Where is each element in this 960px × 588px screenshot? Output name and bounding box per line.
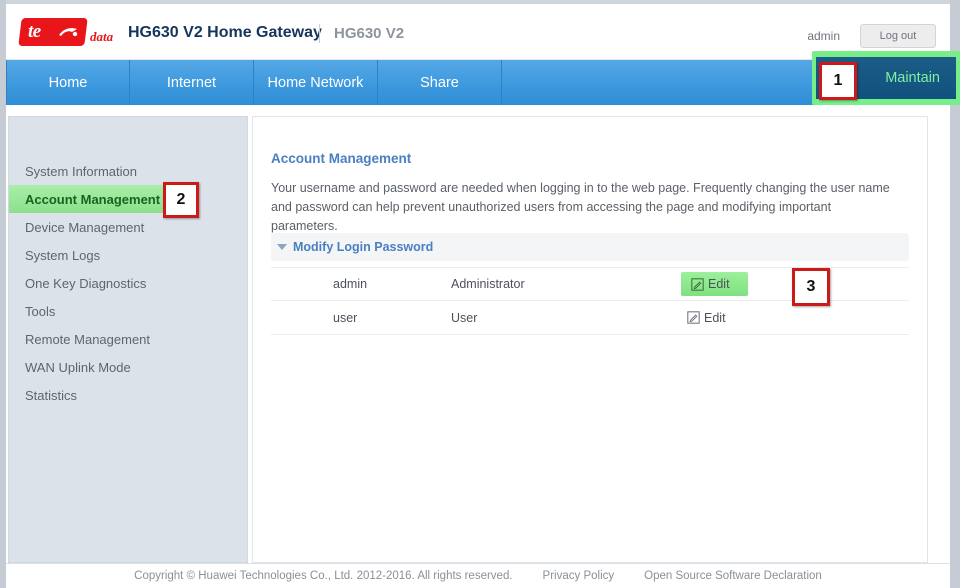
- sidebar-item-tools[interactable]: Tools: [9, 297, 247, 325]
- table-row: user User Edit: [271, 301, 909, 335]
- router-admin-page: te data HG630 V2 Home Gateway HG630 V2 a…: [0, 0, 960, 588]
- nav-item-share[interactable]: Share: [378, 60, 502, 105]
- page-header: te data HG630 V2 Home Gateway HG630 V2 a…: [6, 4, 950, 60]
- title-separator: [319, 24, 320, 43]
- callout-badge-1: 1: [819, 62, 857, 100]
- sidebar-item-device-management[interactable]: Device Management: [9, 213, 247, 241]
- nav-item-home-network[interactable]: Home Network: [254, 60, 378, 105]
- pencil-square-icon: [687, 311, 700, 324]
- callout-badge-2: 2: [163, 182, 199, 218]
- pencil-square-icon: [691, 277, 704, 291]
- logo-swoosh-icon: [59, 28, 78, 37]
- privacy-policy-link[interactable]: Privacy Policy: [543, 570, 615, 582]
- sidebar-item-remote-management[interactable]: Remote Management: [9, 325, 247, 353]
- content-description: Your username and password are needed wh…: [271, 181, 890, 233]
- device-model-text: HG630 V2: [334, 25, 405, 42]
- cell-role: User: [451, 310, 478, 325]
- edit-label: Edit: [704, 310, 726, 325]
- content-panel: Account Management Your username and pas…: [252, 116, 928, 563]
- nav-item-home[interactable]: Home: [6, 60, 130, 105]
- sidebar-item-wan-uplink-mode[interactable]: WAN Uplink Mode: [9, 353, 247, 381]
- triangle-down-icon[interactable]: [277, 244, 287, 250]
- user-edit-button[interactable]: Edit: [681, 308, 732, 328]
- cell-username: admin: [333, 277, 368, 291]
- logout-button[interactable]: Log out: [860, 24, 936, 48]
- admin-edit-button[interactable]: Edit: [681, 272, 748, 296]
- sidebar-item-system-information[interactable]: System Information: [9, 157, 247, 185]
- sidebar-item-system-logs[interactable]: System Logs: [9, 241, 247, 269]
- current-user-label: admin: [807, 29, 840, 43]
- nav-item-internet[interactable]: Internet: [130, 60, 254, 105]
- edit-label: Edit: [708, 277, 730, 291]
- sidebar-item-statistics[interactable]: Statistics: [9, 381, 247, 409]
- main-navigation: Home Internet Home Network Share: [6, 60, 950, 105]
- content-heading: Account Management: [271, 151, 412, 166]
- callout-badge-3: 3: [792, 268, 830, 306]
- sidebar-item-one-key-diagnostics[interactable]: One Key Diagnostics: [9, 269, 247, 297]
- logo-data-text: data: [90, 29, 114, 44]
- logo-te-text: te: [28, 21, 41, 42]
- sidebar: System Information Account Management De…: [8, 116, 248, 563]
- section-label: Modify Login Password: [293, 240, 434, 254]
- modify-login-password-section[interactable]: Modify Login Password: [271, 233, 909, 261]
- sidebar-item-account-management[interactable]: Account Management: [9, 185, 172, 213]
- cell-action: Edit: [681, 308, 909, 328]
- cell-username: user: [333, 310, 358, 325]
- cell-role: Administrator: [451, 277, 525, 291]
- page-title: HG630 V2 Home Gateway: [128, 24, 322, 41]
- copyright-text: Copyright © Huawei Technologies Co., Ltd…: [134, 570, 513, 582]
- open-source-declaration-link[interactable]: Open Source Software Declaration: [644, 570, 822, 582]
- page-footer: Copyright © Huawei Technologies Co., Ltd…: [6, 563, 950, 588]
- te-data-logo[interactable]: te data: [18, 18, 116, 48]
